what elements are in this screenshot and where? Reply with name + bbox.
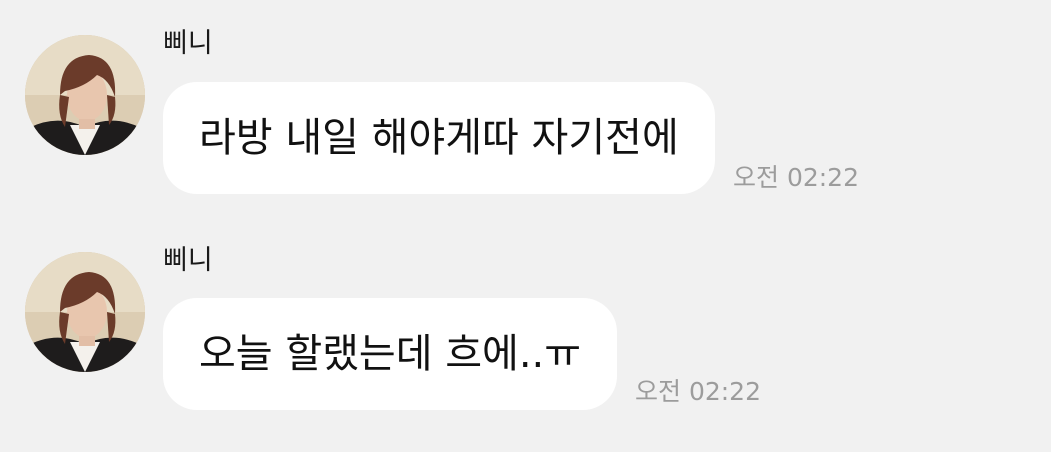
avatar-image xyxy=(25,252,145,372)
message-timestamp: 오전 02:22 xyxy=(635,377,761,406)
message-row: 삐니 오늘 할랬는데 흐에..ㅠ 오전 02:22 xyxy=(0,0,1051,452)
message-bubble[interactable]: 오늘 할랬는데 흐에..ㅠ xyxy=(163,298,618,410)
sender-name: 삐니 xyxy=(163,245,213,276)
avatar[interactable] xyxy=(25,252,145,372)
